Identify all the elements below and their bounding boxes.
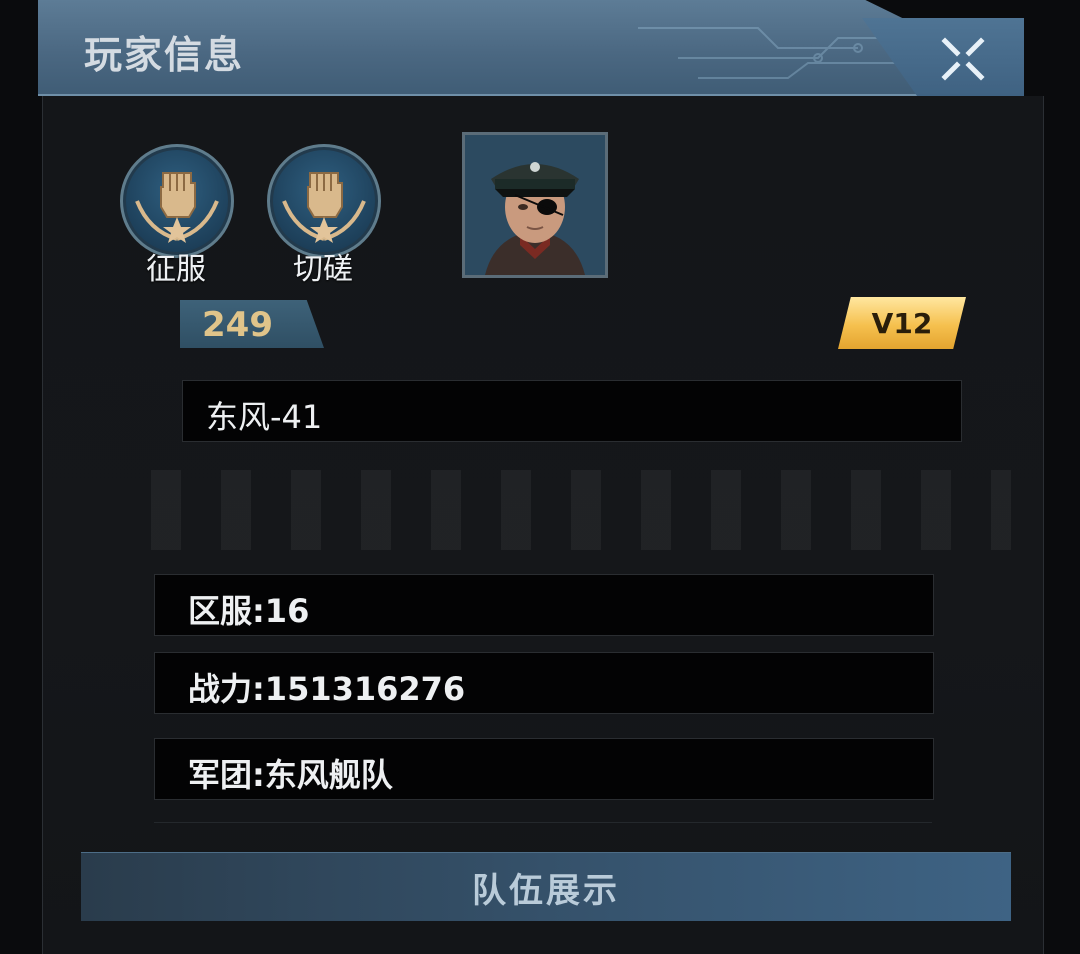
power-text: 战力:151316276 <box>188 670 466 708</box>
player-level: 249 <box>202 305 273 345</box>
background-texture <box>151 470 1011 550</box>
conquer-label: 征服 <box>146 252 206 287</box>
officer-portrait-icon <box>465 135 605 275</box>
dialog-title: 玩家信息 <box>84 33 245 77</box>
divider <box>154 822 932 823</box>
close-button[interactable] <box>936 34 990 84</box>
player-avatar[interactable] <box>462 132 608 278</box>
legion-text: 军团:东风舰队 <box>188 756 393 794</box>
duel-button[interactable]: 切磋 <box>267 144 381 287</box>
close-icon <box>941 37 985 81</box>
conquer-button[interactable]: 征服 <box>120 144 234 287</box>
duel-label: 切磋 <box>293 252 353 287</box>
server-text: 区服:16 <box>188 592 310 630</box>
team-display-label: 队伍展示 <box>472 870 620 911</box>
fist-emblem-icon <box>267 144 381 258</box>
fist-emblem-icon <box>120 144 234 258</box>
vip-level: V12 <box>871 307 933 340</box>
team-display-button[interactable]: 队伍展示 <box>81 852 1011 921</box>
player-info-dialog: 玩家信息 征服 切磋 249 V12 东风-41 区服:16 战力:151316… <box>0 0 1080 954</box>
player-name: 东风-41 <box>206 398 323 436</box>
